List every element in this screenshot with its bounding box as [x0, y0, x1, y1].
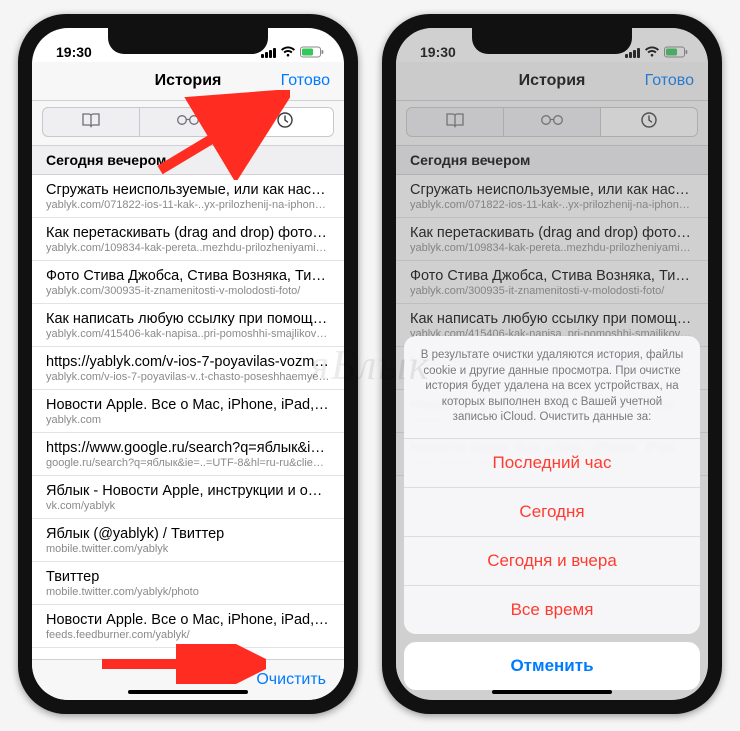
history-row-title: Фото Стива Джобса, Стива Возняка, Тима К… [46, 268, 330, 284]
wifi-icon [280, 46, 296, 60]
history-row[interactable]: Фото Стива Джобса, Стива Возняка, Тима К… [32, 261, 344, 304]
signal-icon [261, 48, 276, 58]
action-sheet-option[interactable]: Последний час [404, 439, 700, 488]
tab-reading-list[interactable] [140, 108, 237, 136]
history-row-title: Яблык - Новости Apple, инструкции и обзо… [46, 483, 330, 499]
clock-icon [276, 111, 294, 134]
history-row[interactable]: Твиттерmobile.twitter.com/yablyk/photo [32, 562, 344, 605]
section-header: Сегодня вечером [32, 146, 344, 175]
history-row[interactable]: https://www.google.ru/search?q=яблык&ie=… [32, 433, 344, 476]
tab-history[interactable] [237, 108, 333, 136]
action-sheet-option[interactable]: Сегодня и вчера [404, 537, 700, 586]
clear-button[interactable]: Очистить [256, 671, 326, 689]
history-list[interactable]: Сгружать неиспользуемые, или как настрои… [32, 175, 344, 659]
action-sheet-message: В результате очистки удаляются история, … [404, 336, 700, 439]
phone-right: 19:30 История Готово [382, 14, 722, 714]
history-row[interactable]: Яблык (@yablyk) / Твиттерmobile.twitter.… [32, 519, 344, 562]
history-row[interactable]: Как перетаскивать (drag and drop) фото, … [32, 218, 344, 261]
history-row-title: Твиттер [46, 569, 330, 585]
history-row[interactable]: Новости Apple. Все о Mac, iPhone, iPad, … [32, 390, 344, 433]
history-row[interactable]: Сгружать неиспользуемые, или как настрои… [32, 175, 344, 218]
history-row-url: yablyk.com [46, 414, 330, 426]
history-row-url: yablyk.com/300935-it-znamenitosti-v-molo… [46, 285, 330, 297]
history-row-title: Как перетаскивать (drag and drop) фото, … [46, 225, 330, 241]
history-row-url: mobile.twitter.com/yablyk/photo [46, 586, 330, 598]
segmented-control-row [32, 101, 344, 146]
history-row-title: Яблык (@yablyk) / Твиттер [46, 526, 330, 542]
status-icons [261, 46, 324, 60]
page-title: История [155, 72, 222, 90]
history-row-url: feeds.feedburner.com/yablyk/ [46, 629, 330, 641]
history-row-url: yablyk.com/109834-kak-pereta..mezhdu-pri… [46, 242, 330, 254]
action-sheet: В результате очистки удаляются история, … [404, 336, 700, 690]
book-icon [81, 112, 101, 133]
notch [108, 28, 268, 54]
history-row-url: google.ru/search?q=яблык&ie=..=UTF-8&hl=… [46, 457, 330, 469]
history-row-title: Новости Apple. Все о Mac, iPhone, iPad, … [46, 612, 330, 628]
history-row-title: Сгружать неиспользуемые, или как настрои… [46, 182, 330, 198]
history-row-url: yablyk.com/071822-ios-11-kak-..yx-priloz… [46, 199, 330, 211]
nav-bar: История Готово [32, 62, 344, 101]
tab-bookmarks[interactable] [43, 108, 140, 136]
action-sheet-option[interactable]: Все время [404, 586, 700, 634]
action-sheet-option[interactable]: Сегодня [404, 488, 700, 537]
history-row-url: vk.com/yablyk [46, 500, 330, 512]
glasses-icon [175, 113, 201, 132]
action-sheet-cancel[interactable]: Отменить [404, 642, 700, 690]
phone-left: 19:30 История Готово [18, 14, 358, 714]
home-indicator[interactable] [492, 690, 612, 694]
history-row-url: yablyk.com/v-ios-7-poyavilas-v..t-chasto… [46, 371, 330, 383]
home-indicator[interactable] [128, 690, 248, 694]
history-row[interactable]: Яблык - Новости Apple, инструкции и обзо… [32, 476, 344, 519]
segmented-control [42, 107, 334, 137]
history-row-title: Новости Apple. Все о Mac, iPhone, iPad, … [46, 397, 330, 413]
history-row[interactable]: Новости Apple. Все о Mac, iPhone, iPad, … [32, 605, 344, 648]
status-time: 19:30 [56, 44, 92, 60]
history-row[interactable]: Как написать любую ссылку при помощи см.… [32, 304, 344, 347]
battery-icon [300, 46, 324, 60]
history-row-title: https://www.google.ru/search?q=яблык&ie=… [46, 440, 330, 456]
history-row-url: yablyk.com/415406-kak-napisa..pri-pomosh… [46, 328, 330, 340]
history-row-title: Как написать любую ссылку при помощи см.… [46, 311, 330, 327]
notch [472, 28, 632, 54]
history-row[interactable]: https://yablyk.com/v-ios-7-poyavilas-voz… [32, 347, 344, 390]
history-row-url: mobile.twitter.com/yablyk [46, 543, 330, 555]
done-button[interactable]: Готово [281, 72, 330, 90]
history-row-title: https://yablyk.com/v-ios-7-poyavilas-voz… [46, 354, 330, 370]
